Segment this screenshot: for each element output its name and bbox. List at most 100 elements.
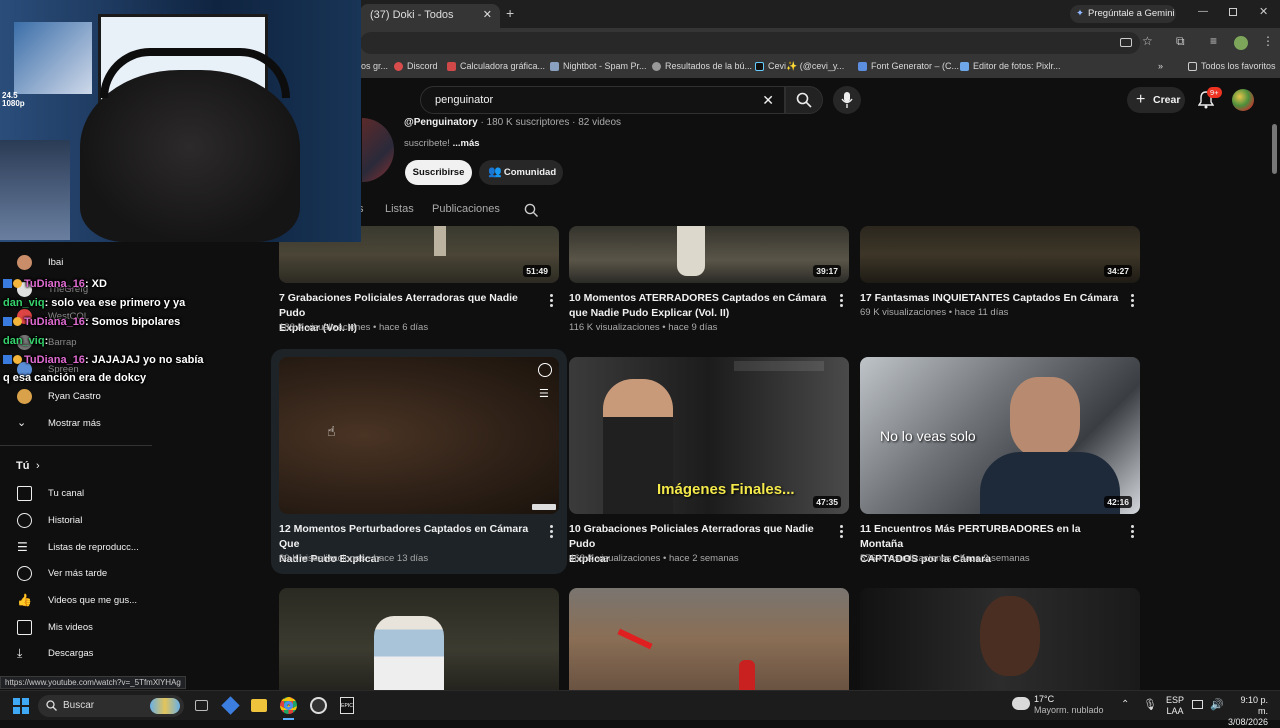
more-bookmarks-icon[interactable]: » bbox=[1158, 61, 1163, 71]
profile-avatar[interactable] bbox=[1234, 36, 1248, 50]
language-indicator[interactable]: ESP LAA bbox=[1166, 695, 1184, 717]
epic-games-icon[interactable]: EPIC bbox=[340, 697, 354, 714]
sidebar-item-watch-later[interactable]: Ver más tarde bbox=[0, 561, 155, 585]
red-arrow-icon bbox=[617, 628, 653, 650]
add-to-queue-icon[interactable]: ☰ bbox=[539, 387, 549, 400]
bookmark-item[interactable]: os gr... bbox=[361, 61, 388, 71]
monitor-tray-icon[interactable] bbox=[1192, 700, 1203, 709]
video-menu-icon[interactable] bbox=[550, 525, 553, 538]
sidebar-divider bbox=[0, 445, 152, 446]
channel-avatar bbox=[362, 118, 394, 182]
file-explorer-icon[interactable] bbox=[251, 699, 267, 712]
search-input-value: penguinator bbox=[435, 94, 494, 106]
people-icon: 👥 bbox=[488, 166, 502, 178]
browser-tab-active[interactable]: (37) Doki - Todos Somos Nece ✕ bbox=[360, 4, 500, 43]
bookmark-calculator[interactable]: Calculadora gráfica... bbox=[447, 61, 545, 71]
bits-badge-icon bbox=[13, 355, 22, 364]
bookmark-tiktok[interactable]: Cevi✨ (@cevi_y... bbox=[755, 61, 844, 72]
maximize-button[interactable] bbox=[1229, 8, 1237, 16]
bookmark-nightbot[interactable]: Nightbot - Spam Pr... bbox=[550, 61, 647, 71]
video-thumbnail[interactable] bbox=[860, 588, 1140, 690]
sidebar-item-my-videos[interactable]: Mis videos bbox=[0, 615, 155, 639]
channel-more-link[interactable]: ...más bbox=[453, 138, 480, 149]
subscribe-button[interactable]: Suscribirse bbox=[405, 160, 472, 185]
voice-search-button[interactable] bbox=[833, 86, 861, 114]
channel-search-icon[interactable] bbox=[524, 203, 538, 217]
close-window-button[interactable]: ✕ bbox=[1259, 5, 1268, 18]
cast-icon[interactable] bbox=[1120, 38, 1132, 47]
sidebar-show-more[interactable]: ⌄ Mostrar más bbox=[0, 411, 155, 435]
pc-case bbox=[0, 140, 70, 240]
sidebar-you-header[interactable]: Tú › bbox=[0, 454, 155, 478]
tab-playlists[interactable]: Listas bbox=[385, 203, 414, 215]
watch-later-icon[interactable] bbox=[538, 363, 552, 377]
video-menu-icon[interactable] bbox=[1131, 294, 1134, 307]
new-tab-button[interactable]: + bbox=[506, 5, 514, 21]
chrome-icon[interactable] bbox=[280, 697, 297, 714]
tab-close-icon[interactable]: ✕ bbox=[483, 4, 492, 26]
taskbar-search[interactable]: Buscar bbox=[38, 695, 184, 717]
clock-icon bbox=[17, 565, 32, 581]
video-thumbnail[interactable]: ☰ bbox=[279, 357, 559, 514]
extensions-icon[interactable]: ⧉ bbox=[1176, 34, 1185, 49]
video-menu-icon[interactable] bbox=[840, 525, 843, 538]
video-menu-icon[interactable] bbox=[840, 294, 843, 307]
community-button[interactable]: 👥 Comunidad bbox=[479, 160, 563, 185]
create-button[interactable]: + Crear bbox=[1127, 87, 1185, 113]
minimize-button[interactable]: — bbox=[1198, 6, 1208, 17]
speaker-icon[interactable]: 🔊 bbox=[1210, 698, 1224, 711]
star-icon[interactable]: ☆ bbox=[1142, 34, 1153, 48]
media-icon[interactable]: ≡ bbox=[1210, 34, 1217, 48]
cam-fps-label: 24.5 1080p bbox=[2, 91, 25, 108]
video-thumbnail[interactable]: 34:27 bbox=[860, 226, 1140, 283]
video-thumbnail[interactable]: No lo veas solo 42:16 bbox=[860, 357, 1140, 514]
bookmark-search-results[interactable]: Resultados de la bú... bbox=[652, 61, 752, 71]
tab-posts[interactable]: Publicaciones bbox=[432, 203, 500, 215]
headset-shape bbox=[100, 48, 290, 98]
video-meta: 69 K visualizaciones • hace 11 días bbox=[860, 307, 1009, 318]
video-thumbnail[interactable]: Imágenes Finales... 47:35 bbox=[569, 357, 849, 514]
sub-badge-icon bbox=[3, 355, 12, 364]
bookmark-pixlr[interactable]: Editor de fotos: Pixlr... bbox=[960, 61, 1061, 71]
browser-menu-icon[interactable]: ⋮ bbox=[1262, 34, 1274, 48]
sidebar-sub-ibai[interactable]: Ibai bbox=[0, 250, 155, 274]
video-thumbnail[interactable]: 39:17 bbox=[569, 226, 849, 283]
sidebar-item-history[interactable]: Historial bbox=[0, 508, 155, 532]
video-thumbnail[interactable] bbox=[569, 588, 849, 690]
weather-icon[interactable] bbox=[1012, 697, 1030, 710]
bookmark-discord[interactable]: Discord bbox=[394, 61, 438, 71]
obs-icon[interactable] bbox=[310, 697, 327, 714]
search-highlight-icon bbox=[150, 698, 180, 714]
task-view-icon[interactable] bbox=[195, 700, 208, 711]
clock-date: 3/08/2026 bbox=[1228, 717, 1269, 727]
video-menu-icon[interactable] bbox=[550, 294, 553, 307]
sidebar-item-downloads[interactable]: ⤓ Descargas bbox=[0, 641, 155, 665]
sidebar-sub-ryan-castro[interactable]: Ryan Castro bbox=[0, 384, 155, 408]
weather-widget[interactable]: 17°C Mayorm. nublado bbox=[1034, 694, 1104, 716]
url-field[interactable] bbox=[360, 32, 1140, 54]
video-menu-icon[interactable] bbox=[1131, 525, 1134, 538]
video-title[interactable]: 10 Momentos ATERRADORES Captados en Cáma… bbox=[569, 291, 834, 321]
bookmark-font-generator[interactable]: Font Generator – (C... bbox=[858, 61, 959, 71]
clear-search-icon[interactable]: ✕ bbox=[762, 87, 774, 113]
account-avatar[interactable] bbox=[1232, 89, 1254, 111]
search-icon bbox=[46, 700, 57, 711]
clock[interactable]: 9:10 p. m. 3/08/2026 bbox=[1228, 695, 1268, 728]
sidebar-item-playlists[interactable]: ☰ Listas de reproducc... bbox=[0, 535, 155, 559]
page-scrollbar-thumb[interactable] bbox=[1272, 124, 1277, 174]
video-thumbnail[interactable] bbox=[279, 588, 559, 690]
chat-message: dan_viq: bbox=[3, 335, 49, 347]
video-title[interactable]: 17 Fantasmas INQUIETANTES Captados En Cá… bbox=[860, 291, 1125, 306]
sidebar-item-your-channel[interactable]: Tu canal bbox=[0, 481, 155, 505]
tray-chevron-icon[interactable]: ⌃ bbox=[1121, 699, 1129, 710]
search-input[interactable]: penguinator ✕ bbox=[420, 86, 785, 114]
notifications-button[interactable]: 9+ bbox=[1196, 87, 1222, 111]
gemini-button[interactable]: ✦ Pregúntale a Gemini bbox=[1070, 5, 1176, 23]
webcam-overlay: 24.5 1080p bbox=[0, 0, 361, 242]
sidebar-item-liked-videos[interactable]: 👍 Videos que me gus... bbox=[0, 588, 155, 612]
search-button[interactable] bbox=[785, 86, 823, 114]
mic-tray-icon[interactable]: 🎙 bbox=[1143, 698, 1157, 711]
app-icon-blue[interactable] bbox=[221, 696, 240, 715]
windows-start-icon[interactable] bbox=[13, 698, 29, 714]
all-bookmarks-folder[interactable]: Todos los favoritos bbox=[1188, 61, 1276, 71]
